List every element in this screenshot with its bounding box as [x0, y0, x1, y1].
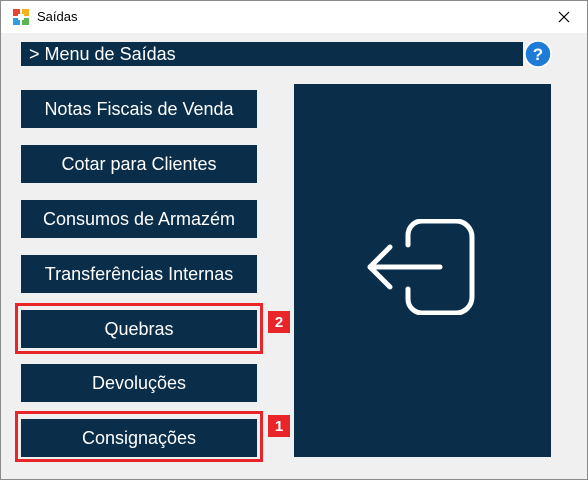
transferencias-button[interactable]: Transferências Internas [21, 255, 257, 293]
annotation-badge-1: 1 [268, 415, 290, 437]
app-icon [13, 9, 29, 25]
saidas-window: Saídas > Menu de Saídas ? Notas Fiscais … [0, 0, 588, 480]
window-title: Saídas [37, 9, 78, 24]
notas-fiscais-button[interactable]: Notas Fiscais de Venda [21, 90, 257, 128]
devolucoes-button[interactable]: Devoluções [21, 364, 257, 402]
close-icon [558, 11, 570, 23]
help-icon[interactable]: ? [524, 40, 552, 68]
highlight-quebras [15, 303, 263, 354]
consumos-armazem-button[interactable]: Consumos de Armazém [21, 200, 257, 238]
annotation-badge-2: 2 [268, 311, 290, 333]
exit-icon [367, 219, 475, 315]
close-button[interactable] [541, 1, 587, 33]
cotar-clientes-button[interactable]: Cotar para Clientes [21, 145, 257, 183]
menu-header: > Menu de Saídas [21, 42, 523, 66]
highlight-consignacoes [15, 411, 263, 462]
svg-text:?: ? [533, 45, 543, 64]
title-bar: Saídas [1, 1, 587, 33]
exit-panel-button[interactable] [294, 84, 551, 457]
